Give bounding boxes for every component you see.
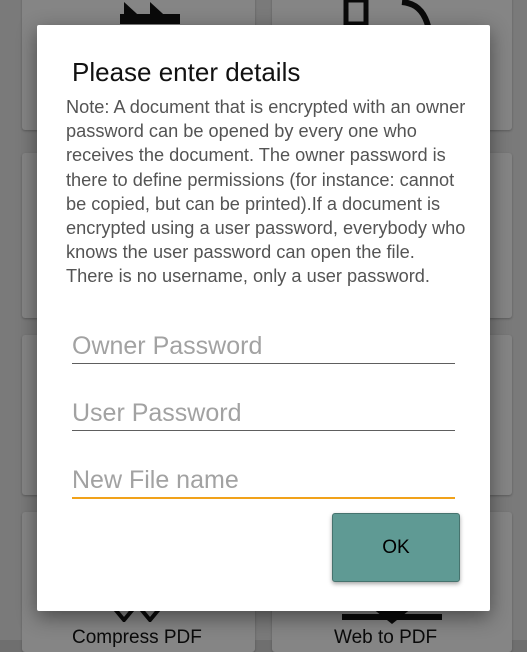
owner-password-field[interactable] [72, 329, 455, 364]
tool-label-web-to-pdf: Web to PDF [334, 627, 438, 648]
new-file-name-field[interactable] [72, 463, 455, 499]
forward-arrows-icon [120, 2, 180, 24]
dialog-note: Note: A document that is encrypted with … [66, 97, 466, 287]
dialog-title: Please enter details [72, 57, 301, 87]
details-dialog: Please enter details Note: A document th… [37, 25, 490, 611]
tool-label-compress-pdf: Compress PDF [72, 627, 202, 648]
ok-button[interactable]: OK [332, 513, 460, 582]
user-password-field[interactable] [72, 396, 455, 431]
